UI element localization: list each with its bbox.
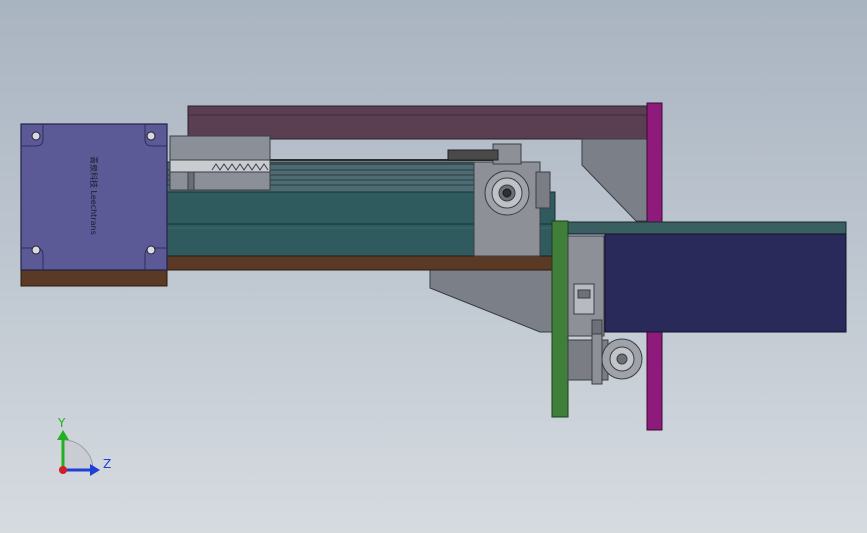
lower-left-bracket xyxy=(429,269,553,333)
stepper-motor: 青泉科技 Leechtrans xyxy=(20,123,168,287)
motor-screw-icon xyxy=(146,245,156,255)
motor-screw-icon xyxy=(31,131,41,141)
motor-label: 青泉科技 Leechtrans xyxy=(89,156,99,235)
y-axis-arrow-icon xyxy=(57,430,69,440)
motor-screw-icon xyxy=(31,245,41,255)
cad-viewport[interactable]: 青泉科技 Leechtrans Y Z xyxy=(0,0,867,533)
z-axis-arrow-icon xyxy=(90,464,100,476)
top-frame-bar xyxy=(187,105,649,140)
green-plate xyxy=(551,220,569,418)
upper-right-bracket xyxy=(581,138,649,222)
rail-base-bar xyxy=(166,255,555,271)
z-axis-label: Z xyxy=(103,457,111,471)
dark-side-block xyxy=(567,221,847,333)
orientation-triad[interactable]: Y Z xyxy=(57,416,111,476)
cad-model-view[interactable]: 青泉科技 Leechtrans Y Z xyxy=(0,0,867,533)
y-axis-label: Y xyxy=(57,416,66,430)
motor-screw-icon xyxy=(146,131,156,141)
slider-carriage xyxy=(169,135,271,191)
triad-shade-icon xyxy=(62,439,94,471)
triad-origin-icon xyxy=(59,466,67,474)
